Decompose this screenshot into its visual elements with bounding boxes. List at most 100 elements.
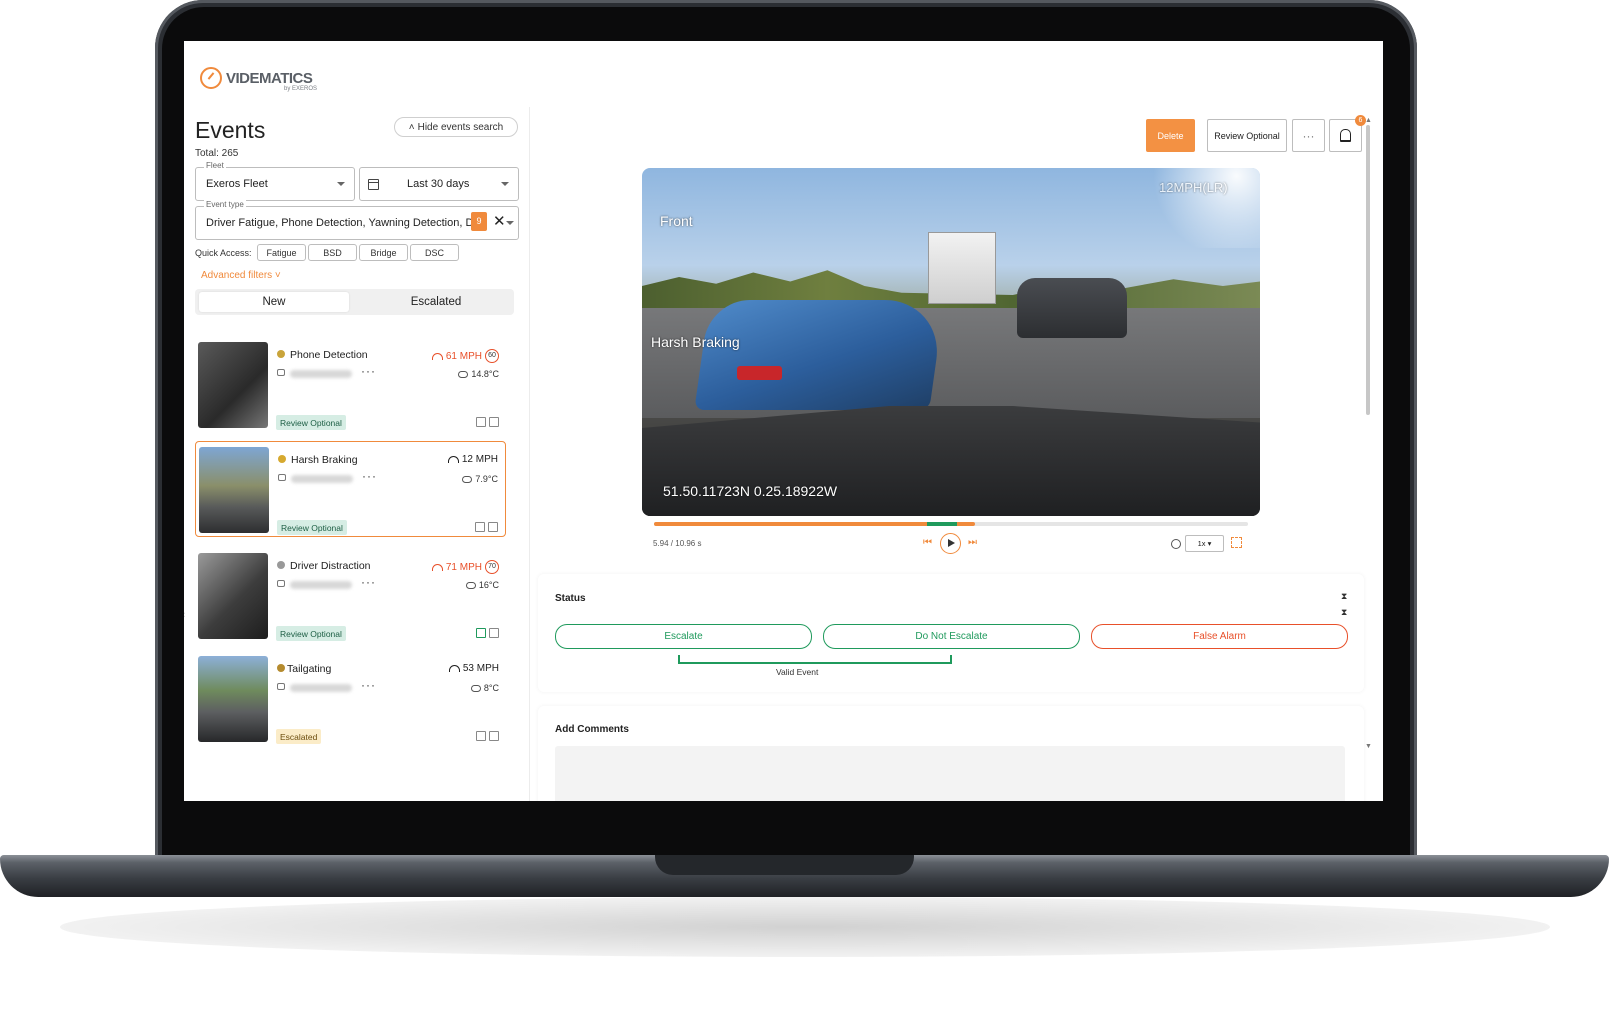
hide-events-search-label: Hide events search	[417, 121, 504, 133]
video-truck	[928, 232, 996, 304]
event-thumbnail	[198, 656, 268, 742]
event-speed: 12 MPH	[447, 454, 498, 465]
event-title: Tailgating	[287, 663, 332, 675]
temperature-value: 14.8°C	[471, 369, 499, 379]
redacted-vehicle-id	[290, 684, 352, 692]
event-card-selected[interactable]: Harsh Braking 12 MPH ··· 7.9°C Review Op…	[195, 441, 506, 537]
play-button[interactable]	[940, 533, 961, 554]
redacted-vehicle-id	[291, 475, 353, 483]
page-title: Events	[195, 117, 266, 143]
event-type-label: Event type	[204, 200, 246, 209]
more-options-icon[interactable]: ···	[361, 575, 376, 589]
video-event-label: Harsh Braking	[651, 334, 740, 350]
more-options-icon[interactable]: ···	[361, 678, 376, 692]
event-title: Driver Distraction	[290, 560, 371, 572]
advanced-filters-link[interactable]: Advanced filters ˅	[201, 270, 281, 281]
video-speed-overlay: 12MPH(LR)	[1159, 180, 1228, 195]
event-title: Harsh Braking	[291, 454, 358, 466]
event-card[interactable]: Phone Detection 61 MPH 60 ··· 14.8°C Rev…	[195, 337, 506, 433]
scrollbar[interactable]	[1366, 125, 1370, 415]
status-badge: Review Optional	[276, 626, 346, 641]
false-alarm-button[interactable]: False Alarm	[1091, 624, 1348, 649]
more-options-icon[interactable]: ···	[362, 469, 377, 483]
quick-chip-bridge[interactable]: Bridge	[359, 244, 408, 261]
event-temperature: 14.8°C	[458, 369, 499, 379]
replay-clock-icon[interactable]	[1171, 539, 1181, 549]
fleet-value: Exeros Fleet	[206, 178, 268, 190]
laptop-shadow	[60, 897, 1550, 957]
scroll-up-icon[interactable]: ▲	[1365, 117, 1372, 124]
fullscreen-icon[interactable]	[1231, 537, 1242, 548]
chevron-down-icon	[501, 182, 509, 186]
event-card[interactable]: Tailgating 53 MPH ··· 8°C Escalated	[195, 651, 506, 747]
event-temperature: 8°C	[470, 683, 499, 693]
speedometer-icon	[448, 665, 460, 672]
comment-input[interactable]	[555, 746, 1345, 801]
fleet-select[interactable]: Fleet Exeros Fleet	[195, 161, 355, 201]
escalate-button[interactable]: Escalate	[555, 624, 812, 649]
event-media-icons	[475, 522, 498, 532]
chevron-down-icon	[337, 182, 345, 186]
speed-value: 53 MPH	[462, 663, 499, 674]
status-badge: Review Optional	[276, 415, 346, 430]
event-speed: 53 MPH	[448, 663, 499, 674]
event-temperature: 16°C	[465, 580, 499, 590]
temperature-value: 16°C	[478, 580, 499, 590]
skip-forward-icon[interactable]: ⏭	[968, 537, 977, 548]
quick-chip-bsd[interactable]: BSD	[308, 244, 357, 261]
quick-chip-fatigue[interactable]: Fatigue	[257, 244, 306, 261]
date-range-value: Last 30 days	[407, 178, 470, 190]
bell-icon	[1340, 129, 1351, 142]
video-camera-label: Front	[660, 213, 693, 229]
video-icon	[489, 417, 499, 427]
delete-button[interactable]: Delete	[1146, 119, 1195, 152]
speed-value: 12 MPH	[461, 454, 498, 465]
status-badge: Escalated	[276, 729, 322, 744]
skip-back-icon[interactable]: ⏮	[923, 537, 932, 548]
collapse-arrow-icon[interactable]: ‹	[184, 609, 185, 619]
status-panel: Status ⧗ ⧗ Escalate Do Not Escalate Fals…	[538, 574, 1364, 692]
vehicle-icon	[277, 683, 285, 690]
event-thumbnail	[199, 447, 269, 533]
event-type-select[interactable]: Event type Driver Fatigue, Phone Detecti…	[195, 200, 519, 240]
redacted-vehicle-id	[290, 581, 352, 589]
braking-event-icon	[278, 455, 286, 463]
more-options-icon[interactable]: ···	[361, 364, 376, 378]
tailgating-event-icon	[277, 664, 285, 672]
tab-escalated[interactable]: Escalated	[361, 292, 511, 312]
event-card[interactable]: Driver Distraction 71 MPH 70 ··· 16°C Re…	[195, 548, 506, 644]
temperature-value: 7.9°C	[475, 474, 498, 484]
vehicle-icon	[278, 474, 286, 481]
quick-chip-dsc[interactable]: DSC	[410, 244, 459, 261]
do-not-escalate-button[interactable]: Do Not Escalate	[823, 624, 1080, 649]
review-optional-button[interactable]: Review Optional	[1207, 119, 1287, 152]
chevron-up-icon: ˄	[408, 121, 415, 133]
video-taillight	[737, 366, 782, 380]
video-icon	[488, 522, 498, 532]
clear-icon[interactable]: ✕	[493, 212, 506, 230]
date-range-select[interactable]: Last 30 days	[359, 167, 519, 201]
playback-speed-select[interactable]: 1x ▾	[1185, 535, 1224, 552]
video-dashboard	[642, 406, 1260, 516]
event-speed: 71 MPH 70	[431, 560, 499, 574]
driver-icon	[475, 522, 485, 532]
video-player[interactable]: 12MPH(LR) Front Harsh Braking 51.50.1172…	[642, 168, 1260, 516]
valid-event-bracket	[678, 655, 952, 664]
chevron-down-icon	[506, 221, 514, 225]
event-speed: 61 MPH 60	[431, 349, 499, 363]
speed-value: 71 MPH	[445, 561, 482, 573]
video-car	[1017, 278, 1127, 338]
redacted-vehicle-id	[290, 370, 352, 378]
hide-events-search-button[interactable]: ˄ Hide events search	[394, 117, 518, 137]
hourglass-icon: ⧗	[1341, 591, 1348, 601]
driver-icon	[476, 417, 486, 427]
scroll-down-icon[interactable]: ▼	[1365, 743, 1372, 750]
tab-new[interactable]: New	[199, 292, 349, 312]
event-marker-segment	[927, 522, 957, 526]
app-screen: VIDEMATICS by EXEROS Events Total: 265 ˄…	[184, 41, 1383, 801]
more-actions-button[interactable]: ···	[1292, 119, 1325, 152]
status-badge: Review Optional	[277, 520, 347, 535]
notifications-button[interactable]: 6	[1329, 115, 1366, 152]
speed-value: 61 MPH	[445, 350, 482, 362]
video-gps-coords: 51.50.11723N 0.25.18922W	[663, 483, 838, 499]
